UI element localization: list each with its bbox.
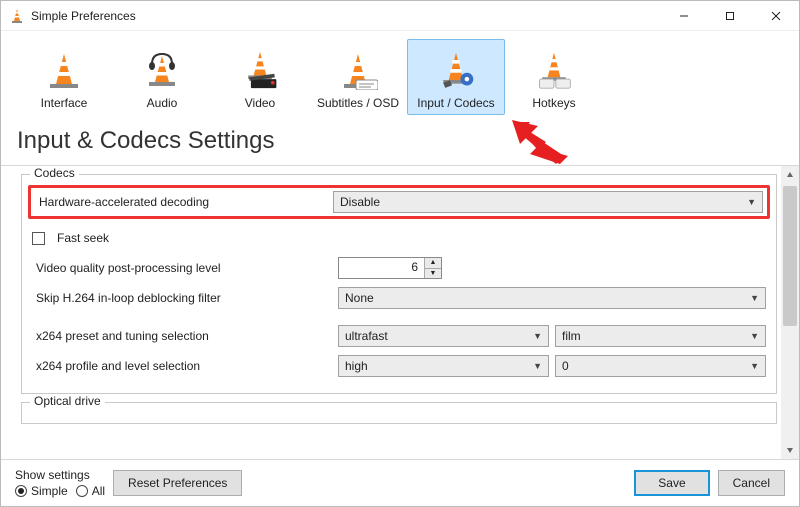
optical-drive-groupbox: Optical drive — [21, 402, 777, 424]
maximize-button[interactable] — [707, 1, 753, 30]
postprocess-label: Video quality post-processing level — [32, 261, 332, 275]
x264-profile-value: high — [345, 359, 533, 373]
radio-simple-label: Simple — [31, 484, 68, 498]
cone-headphones-icon — [138, 46, 186, 90]
spin-up-icon[interactable]: ▲ — [425, 258, 441, 269]
vertical-scrollbar[interactable] — [781, 166, 799, 459]
category-label: Input / Codecs — [417, 96, 494, 110]
group-title: Optical drive — [30, 394, 105, 408]
skip-loop-select[interactable]: None ▼ — [338, 287, 766, 309]
show-settings-group: Show settings Simple All — [15, 468, 105, 498]
scroll-up-icon[interactable] — [781, 166, 799, 184]
chevron-down-icon: ▼ — [750, 331, 759, 341]
footer: Show settings Simple All Reset Preferenc… — [1, 460, 799, 506]
scrollbar-thumb[interactable] — [783, 186, 797, 326]
category-label: Audio — [147, 96, 178, 110]
chevron-down-icon: ▼ — [533, 361, 542, 371]
titlebar: Simple Preferences — [1, 1, 799, 31]
window-title: Simple Preferences — [31, 9, 661, 23]
x264-tune-value: film — [562, 329, 750, 343]
radio-all-label: All — [92, 484, 105, 498]
radio-all[interactable]: All — [76, 484, 105, 498]
cone-clapper-icon — [236, 46, 284, 90]
x264-profile-row: x264 profile and level selection high ▼ … — [32, 353, 766, 379]
fast-seek-label: Fast seek — [57, 231, 109, 245]
x264-profile-select[interactable]: high ▼ — [338, 355, 549, 377]
category-hotkeys[interactable]: Hotkeys — [505, 39, 603, 115]
postprocess-value: 6 — [339, 258, 425, 278]
x264-preset-select[interactable]: ultrafast ▼ — [338, 325, 549, 347]
chevron-down-icon: ▼ — [750, 293, 759, 303]
reset-preferences-button[interactable]: Reset Preferences — [113, 470, 242, 496]
show-settings-label: Show settings — [15, 468, 105, 482]
radio-simple[interactable]: Simple — [15, 484, 68, 498]
preferences-window: Simple Preferences Interface Audio Video — [0, 0, 800, 507]
chevron-down-icon: ▼ — [750, 361, 759, 371]
cone-subtitles-icon — [334, 46, 382, 90]
chevron-down-icon: ▼ — [747, 197, 756, 207]
x264-profile-label: x264 profile and level selection — [32, 359, 332, 373]
cancel-label: Cancel — [733, 476, 770, 490]
radio-dot-icon — [76, 485, 88, 497]
category-label: Interface — [41, 96, 88, 110]
scroll-down-icon[interactable] — [781, 441, 799, 459]
save-button[interactable]: Save — [634, 470, 709, 496]
hw-decoding-value: Disable — [340, 195, 747, 209]
category-label: Subtitles / OSD — [317, 96, 399, 110]
cone-icon — [40, 46, 88, 90]
group-title: Codecs — [30, 166, 79, 180]
category-audio[interactable]: Audio — [113, 39, 211, 115]
fast-seek-row: Fast seek — [32, 225, 766, 251]
radio-dot-icon — [15, 485, 27, 497]
postprocess-spinner[interactable]: 6 ▲▼ — [338, 257, 442, 279]
category-interface[interactable]: Interface — [15, 39, 113, 115]
x264-level-select[interactable]: 0 ▼ — [555, 355, 766, 377]
x264-preset-value: ultrafast — [345, 329, 533, 343]
settings-scroll-area: Codecs Hardware-accelerated decoding Dis… — [1, 165, 799, 460]
category-subtitles[interactable]: Subtitles / OSD — [309, 39, 407, 115]
hw-decoding-row: Hardware-accelerated decoding Disable ▼ — [28, 185, 770, 219]
x264-level-value: 0 — [562, 359, 750, 373]
category-input-codecs[interactable]: Input / Codecs — [407, 39, 505, 115]
close-button[interactable] — [753, 1, 799, 30]
chevron-down-icon: ▼ — [533, 331, 542, 341]
spin-down-icon[interactable]: ▼ — [425, 269, 441, 279]
codecs-groupbox: Codecs Hardware-accelerated decoding Dis… — [21, 174, 777, 394]
settings-content: Codecs Hardware-accelerated decoding Dis… — [1, 166, 781, 459]
category-bar: Interface Audio Video Subtitles / OSD In… — [1, 31, 799, 127]
cancel-button[interactable]: Cancel — [718, 470, 785, 496]
x264-preset-label: x264 preset and tuning selection — [32, 329, 332, 343]
vlc-app-icon — [9, 8, 25, 24]
category-video[interactable]: Video — [211, 39, 309, 115]
window-buttons — [661, 1, 799, 30]
skip-loop-value: None — [345, 291, 750, 305]
fast-seek-checkbox[interactable] — [32, 232, 45, 245]
page-title: Input & Codecs Settings — [1, 127, 799, 165]
cone-hotkeys-icon — [530, 46, 578, 90]
hw-decoding-select[interactable]: Disable ▼ — [333, 191, 763, 213]
postprocess-row: Video quality post-processing level 6 ▲▼ — [32, 255, 766, 281]
x264-preset-row: x264 preset and tuning selection ultrafa… — [32, 323, 766, 349]
reset-preferences-label: Reset Preferences — [128, 476, 227, 490]
category-label: Video — [245, 96, 275, 110]
hw-decoding-label: Hardware-accelerated decoding — [35, 195, 333, 209]
skip-loop-label: Skip H.264 in-loop deblocking filter — [32, 291, 332, 305]
skip-loop-row: Skip H.264 in-loop deblocking filter Non… — [32, 285, 766, 311]
minimize-button[interactable] — [661, 1, 707, 30]
category-label: Hotkeys — [532, 96, 575, 110]
save-label: Save — [658, 476, 685, 490]
x264-tune-select[interactable]: film ▼ — [555, 325, 766, 347]
cone-codecs-icon — [432, 46, 480, 90]
